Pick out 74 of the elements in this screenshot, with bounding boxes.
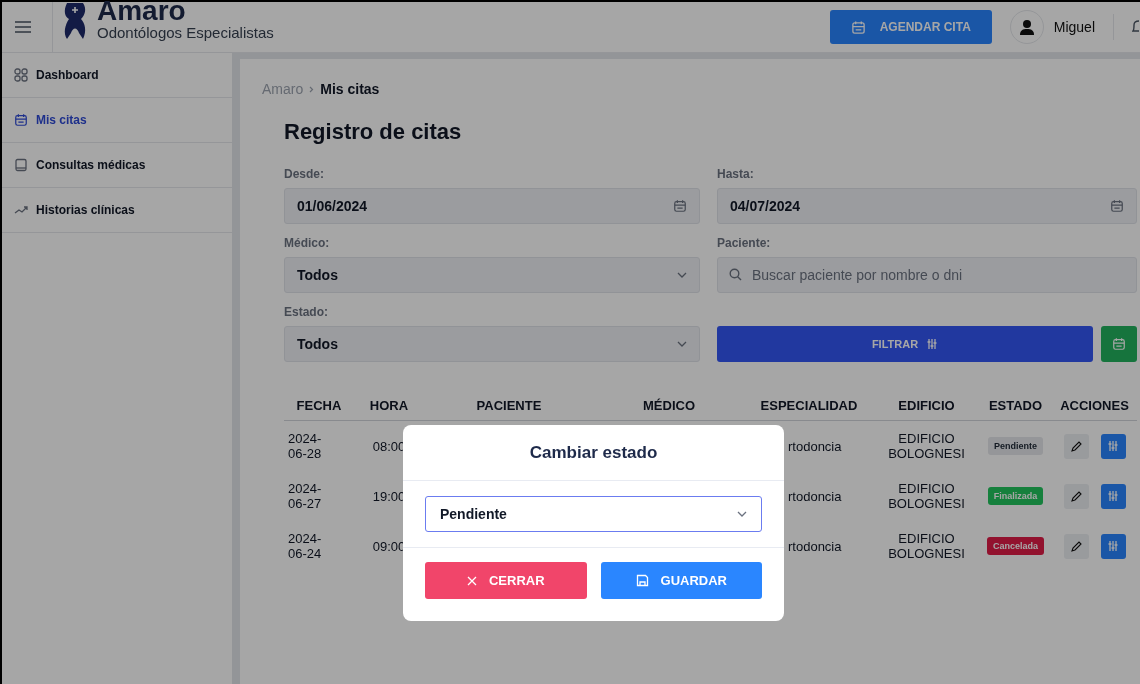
search-icon <box>729 268 742 281</box>
table-cell-text: 2024-06-27 <box>287 481 323 511</box>
search-field[interactable]: Buscar paciente por nombre o dni <box>717 257 1137 293</box>
column-header: MÉDICO <box>642 397 696 413</box>
pencil-icon <box>1070 440 1082 452</box>
status-button[interactable] <box>1100 483 1126 509</box>
column-header: ESTADO <box>987 397 1044 413</box>
filter-button[interactable]: FILTRAR <box>717 326 1093 362</box>
edit-button[interactable] <box>1063 533 1089 559</box>
table-cell-text: rtodoncia <box>787 538 843 554</box>
calendar-icon <box>14 113 28 127</box>
calendar-icon <box>850 19 866 35</box>
column-header: ESPECIALIDAD <box>759 397 859 413</box>
select-field[interactable]: Todos <box>284 257 700 293</box>
table-cell-text: rtodoncia <box>787 438 843 454</box>
column-header: FECHA <box>295 397 343 413</box>
chevron-down-icon <box>737 511 747 517</box>
trend-icon <box>14 205 28 215</box>
status-tag: Pendiente <box>988 437 1043 455</box>
column-header: HORA <box>368 397 410 413</box>
table-cell-text: 2024-06-24 <box>287 531 323 561</box>
pencil-icon <box>1070 540 1082 552</box>
chevron-down-icon <box>677 272 687 278</box>
grid-icon <box>14 68 28 82</box>
sliders-icon <box>1107 490 1119 502</box>
table-cell-text: EDIFICIO BOLOGNESI <box>887 431 966 461</box>
breadcrumb-current: Mis citas <box>320 81 380 97</box>
dialog-title: Cambiar estado <box>529 442 658 463</box>
page-title: Registro de citas <box>284 119 463 145</box>
menu-icon[interactable] <box>14 20 32 34</box>
avatar[interactable] <box>1009 10 1044 44</box>
book-icon <box>14 158 28 172</box>
column-header: PACIENTE <box>475 397 543 413</box>
field-label: Estado: <box>284 305 329 319</box>
chevron-right-icon <box>309 85 315 93</box>
field-label: Médico: <box>284 236 331 250</box>
sliders-icon <box>926 338 939 350</box>
table-cell-text: EDIFICIO BOLOGNESI <box>887 481 966 511</box>
sidebar-item[interactable]: Mis citas <box>2 98 232 143</box>
sliders-icon <box>1107 440 1119 452</box>
status-button[interactable] <box>1100 433 1126 459</box>
field-label: Hasta: <box>717 167 755 181</box>
table-cell-text: EDIFICIO BOLOGNESI <box>887 531 966 561</box>
edit-button[interactable] <box>1063 433 1089 459</box>
edit-button[interactable] <box>1063 483 1089 509</box>
select-field[interactable]: Todos <box>284 326 700 362</box>
status-tag: Cancelada <box>987 537 1044 555</box>
brand-name: Amaro <box>97 0 187 24</box>
field-label: Desde: <box>284 167 325 181</box>
user-name[interactable]: Miguel <box>1053 19 1095 35</box>
table-cell-text: rtodoncia <box>787 488 843 504</box>
calendar-icon <box>1112 337 1126 351</box>
close-icon <box>466 575 477 586</box>
calendar-icon <box>673 199 687 213</box>
status-select[interactable]: Pendiente <box>425 496 762 532</box>
column-header: ACCIONES <box>1059 397 1130 413</box>
status-button[interactable] <box>1100 533 1126 559</box>
brand-tagline: Odontólogos Especialistas <box>97 23 274 41</box>
sidebar-item[interactable]: Consultas médicas <box>2 143 232 188</box>
close-button[interactable]: CERRAR <box>425 562 587 599</box>
sliders-icon <box>1107 540 1119 552</box>
date-field[interactable]: 01/06/2024 <box>284 188 700 224</box>
status-tag: Finalizada <box>987 487 1044 505</box>
column-header: EDIFICIO <box>897 397 956 413</box>
save-button[interactable]: GUARDAR <box>600 562 762 599</box>
chevron-down-icon <box>677 341 687 347</box>
field-label: Paciente: <box>717 236 772 250</box>
table-cell-text: 2024-06-28 <box>287 431 323 461</box>
person-icon <box>1018 19 1035 35</box>
sidebar-item[interactable]: Dashboard <box>2 53 232 98</box>
sidebar-item[interactable]: Historias clínicas <box>2 188 232 233</box>
pencil-icon <box>1070 490 1082 502</box>
calendar-icon <box>1110 199 1124 213</box>
date-field[interactable]: 04/07/2024 <box>717 188 1137 224</box>
